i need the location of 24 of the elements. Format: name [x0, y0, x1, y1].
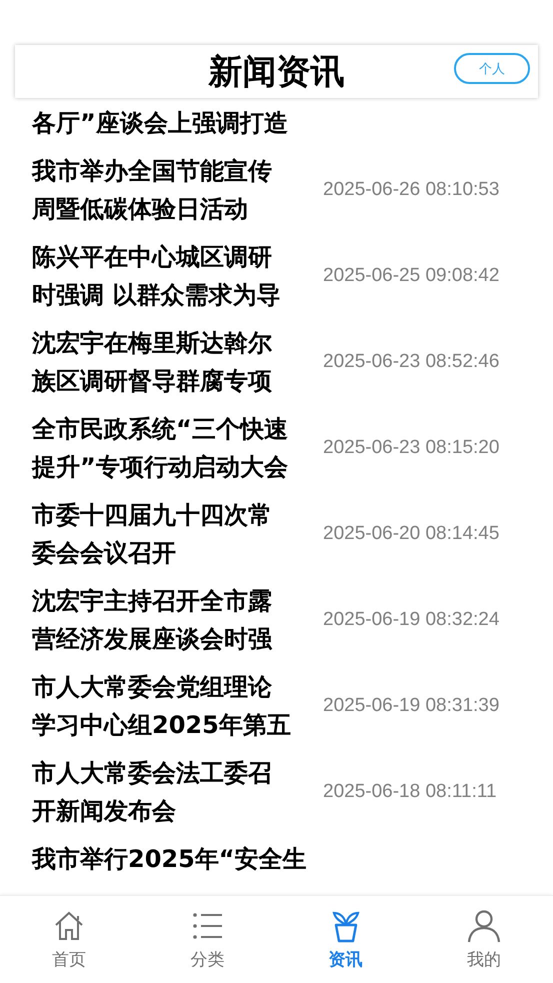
- news-title[interactable]: 沈宏宇在梅里斯达斡尔 族区调研督导群腐专项: [32, 324, 317, 400]
- news-title[interactable]: 市人大常委会党组理论 学习中心组2025年第五: [32, 668, 317, 744]
- news-time: 2025-06-19 08:32:24: [323, 609, 500, 631]
- news-title[interactable]: 市委十四届九十四次常 委会会议召开: [32, 496, 317, 572]
- news-title[interactable]: 全市民政系统“三个快速 提升”专项行动启动大会: [32, 410, 317, 486]
- news-time: 2025-06-23 08:15:20: [323, 437, 500, 459]
- person-icon: [466, 908, 502, 944]
- page-title: 新闻资讯: [208, 50, 344, 94]
- news-time: 2025-06-25 09:08:42: [323, 265, 500, 287]
- news-time: 2025-06-23 08:52:46: [323, 351, 500, 373]
- news-title[interactable]: 我市举办全国节能宣传 周暨低碳体验日活动: [32, 152, 317, 228]
- tab[interactable]: 首页: [0, 896, 138, 983]
- news-time: 2025-06-19 08:31:39: [323, 695, 500, 717]
- news-time: 2025-06-18 08:11:11: [323, 781, 497, 803]
- news-title[interactable]: 市人大常委会法工委召 开新闻发布会: [32, 754, 317, 830]
- tab[interactable]: 资讯: [276, 896, 415, 983]
- news-title[interactable]: 各厅”座谈会上强调打造: [32, 104, 317, 142]
- news-time: 2025-06-26 08:10:53: [323, 179, 500, 201]
- news-title[interactable]: 我市举行2025年“安全生: [32, 840, 317, 878]
- tab[interactable]: 我的: [414, 896, 553, 983]
- news-title[interactable]: 沈宏宇主持召开全市露 营经济发展座谈会时强: [32, 582, 317, 658]
- news-time: 2025-06-20 08:14:45: [323, 523, 500, 545]
- news-title[interactable]: 陈兴平在中心城区调研 时强调 以群众需求为导: [32, 238, 317, 314]
- tab[interactable]: 分类: [138, 896, 276, 983]
